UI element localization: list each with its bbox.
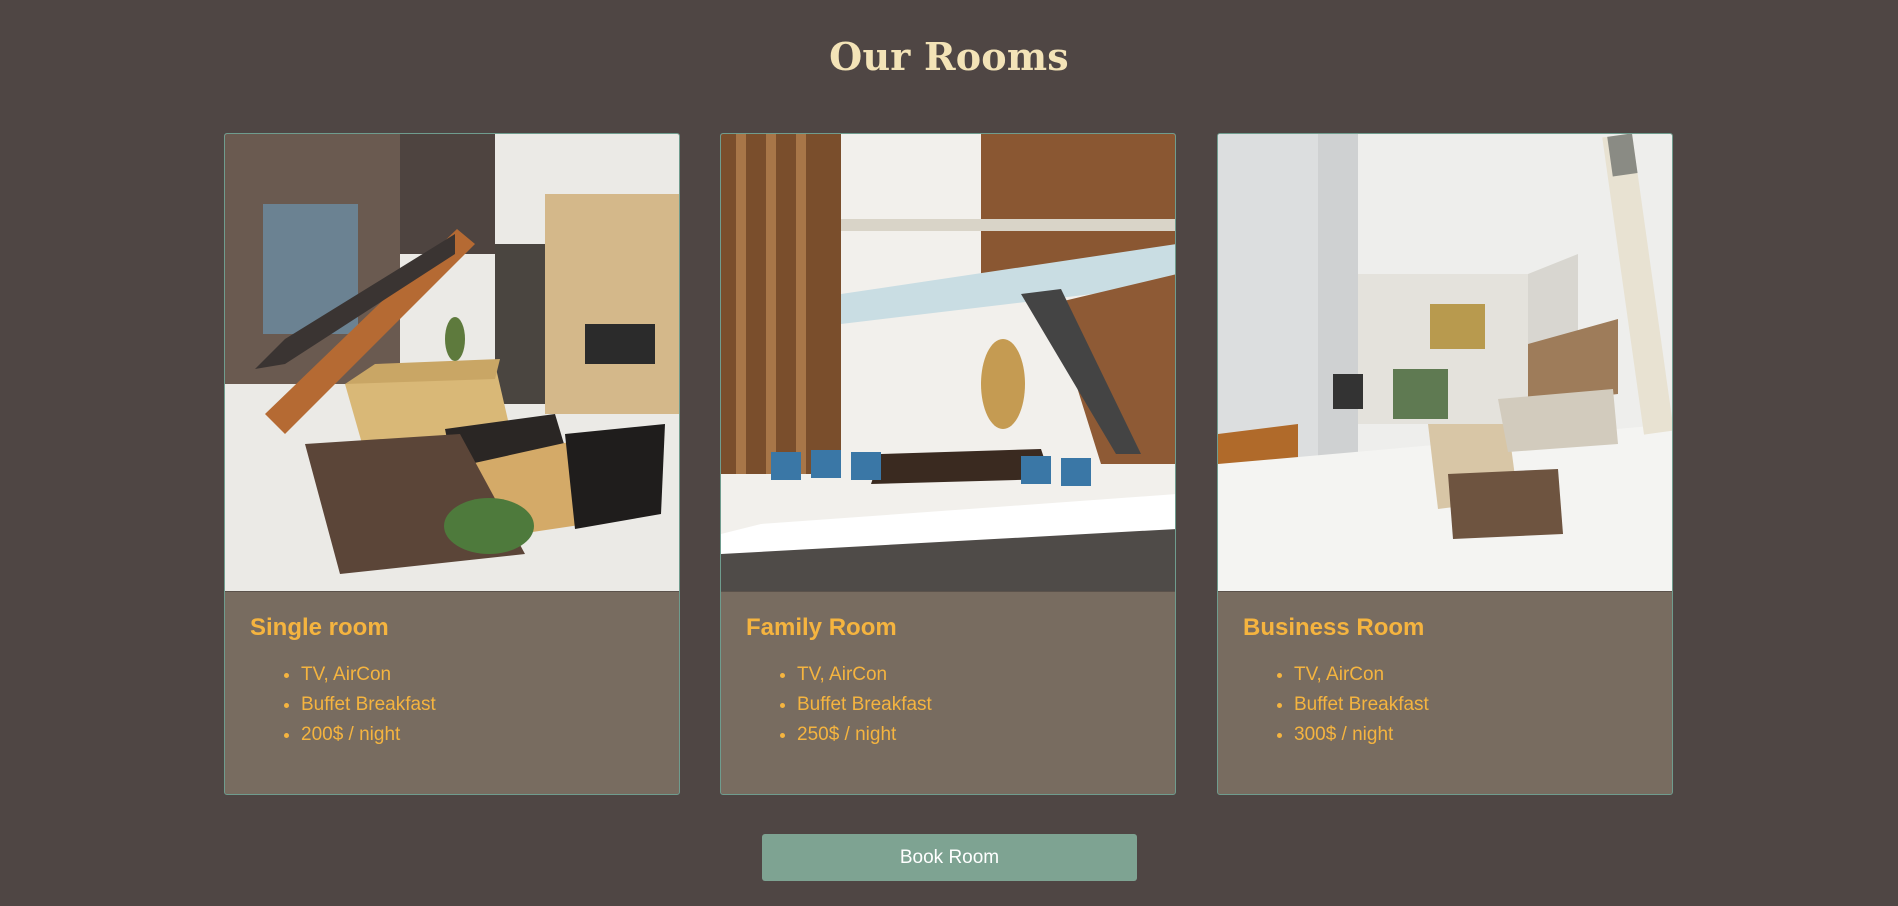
room-title: Business Room [1243, 614, 1425, 641]
feature-item: TV, AirCon [1294, 660, 1647, 690]
feature-item: 200$ / night [301, 720, 654, 750]
room-features-list: TV, AirCon Buffet Breakfast 300$ / night [1243, 660, 1647, 750]
room-features-list: TV, AirCon Buffet Breakfast 200$ / night [250, 660, 654, 750]
room-image-family [721, 134, 1175, 592]
feature-item: 250$ / night [797, 720, 1150, 750]
room-image-single [225, 134, 679, 592]
feature-item: 300$ / night [1294, 720, 1647, 750]
room-card-family: Family Room TV, AirCon Buffet Breakfast … [720, 133, 1176, 795]
room-features-list: TV, AirCon Buffet Breakfast 250$ / night [746, 660, 1150, 750]
page-title: Our Rooms [829, 34, 1069, 79]
room-title: Family Room [746, 614, 897, 641]
feature-item: TV, AirCon [797, 660, 1150, 690]
feature-item: Buffet Breakfast [1294, 690, 1647, 720]
room-card-business: Business Room TV, AirCon Buffet Breakfas… [1217, 133, 1673, 795]
feature-item: TV, AirCon [301, 660, 654, 690]
feature-item: Buffet Breakfast [797, 690, 1150, 720]
room-card-single: Single room TV, AirCon Buffet Breakfast … [224, 133, 680, 795]
feature-item: Buffet Breakfast [301, 690, 654, 720]
room-title: Single room [250, 614, 389, 641]
book-room-button[interactable]: Book Room [762, 834, 1137, 881]
room-image-business [1218, 134, 1672, 592]
